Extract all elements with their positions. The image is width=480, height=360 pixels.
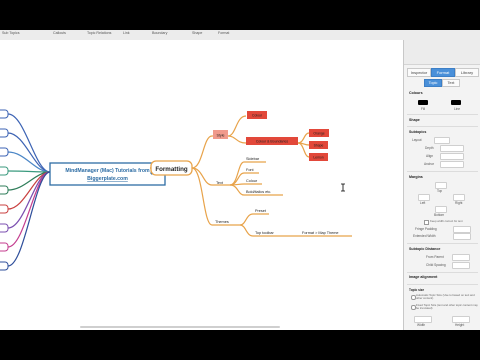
height-field[interactable] — [452, 316, 470, 323]
svg-text:Shape: Shape — [314, 144, 324, 148]
topic-themes[interactable]: Themes — [215, 220, 229, 224]
toolbar-boundary[interactable]: Boundary — [152, 31, 167, 35]
fringe-padding-label: Fringe Padding — [415, 227, 437, 231]
toolbar-link[interactable]: Link — [123, 31, 130, 35]
layout-label: Layout — [412, 138, 422, 142]
video-frame: Sub Topics Callouts Topic Relations Link… — [0, 0, 480, 360]
divider — [407, 114, 478, 115]
toolbar-subtopics[interactable]: Sub Topics — [2, 31, 20, 35]
topic-preset[interactable]: Preset — [255, 209, 267, 213]
from-parent-label: From Parent — [426, 255, 444, 259]
depth-stepper[interactable] — [440, 145, 464, 152]
mindmanager-window: Sub Topics Callouts Topic Relations Link… — [0, 30, 480, 330]
toolbar-format[interactable]: Format — [218, 31, 229, 35]
svg-text:Colour & Boundaries: Colour & Boundaries — [256, 140, 289, 144]
fixed-size-label: Fixed Topic Size (text and other topic c… — [416, 303, 478, 311]
svg-text:Colour: Colour — [252, 114, 263, 118]
topic-style[interactable]: Style — [213, 130, 228, 139]
margin-right-field[interactable] — [453, 194, 465, 201]
topic-orange[interactable]: Orange — [309, 129, 329, 137]
svg-text:Orange: Orange — [313, 132, 324, 136]
horizontal-scrollbar[interactable] — [80, 326, 280, 328]
central-topic[interactable]: MindManager (Mac) Tutorials from Biggerp… — [49, 162, 166, 186]
topic-font[interactable]: Font — [246, 168, 255, 172]
fill-label: Fill — [421, 107, 426, 111]
format-panel: Inspector Format Library Topic Text Colo… — [403, 40, 480, 330]
central-topic-line1: MindManager (Mac) Tutorials from — [65, 168, 150, 174]
keep-width-label: Keep width correct for text — [430, 219, 463, 223]
child-spacing-field[interactable] — [452, 262, 470, 269]
main-topic-formatting[interactable]: Formatting — [150, 160, 193, 176]
map-canvas[interactable]: MindManager (Mac) Tutorials from Biggerp… — [0, 40, 403, 330]
toolbar-shape[interactable]: Shape — [192, 31, 202, 35]
divider — [407, 272, 478, 273]
panel-header — [404, 40, 480, 65]
margin-top-label: Top — [437, 189, 443, 193]
extended-width-field[interactable] — [453, 233, 471, 240]
from-parent-field[interactable] — [452, 254, 470, 261]
fill-color-swatch[interactable] — [418, 100, 428, 105]
line-label: Line — [454, 107, 461, 111]
align-label: Align — [426, 154, 434, 158]
section-colours: Colours — [409, 91, 423, 95]
align-select[interactable] — [440, 153, 464, 160]
margin-bottom-label: Bottom — [434, 213, 445, 217]
svg-text:Style: Style — [217, 134, 225, 138]
fringe-padding-field[interactable] — [453, 226, 471, 233]
keep-width-checkbox[interactable] — [424, 220, 429, 225]
topic-sidebar[interactable]: Sidebar — [246, 157, 260, 161]
tab-format[interactable]: Format — [431, 68, 455, 77]
divider — [407, 284, 478, 285]
height-label: Height — [455, 323, 465, 327]
divider — [407, 171, 478, 172]
margin-top-field[interactable] — [435, 182, 447, 189]
child-spacing-label: Child Spacing — [426, 263, 446, 267]
layout-select[interactable] — [434, 137, 450, 144]
left-collapsed-topics[interactable] — [0, 109, 9, 271]
topic-lemon[interactable]: Lemon — [309, 153, 328, 161]
tab-library[interactable]: Library — [455, 68, 479, 77]
left-branches — [7, 113, 51, 267]
central-topic-line2: Biggerplate.com — [87, 176, 128, 182]
anchor-label: Anchor — [424, 162, 435, 166]
toolbar-relations[interactable]: Topic Relations — [87, 31, 111, 35]
svg-text:Lemon: Lemon — [313, 156, 323, 160]
depth-label: Depth — [425, 146, 434, 150]
topic-shape[interactable]: Shape — [309, 141, 328, 149]
extended-width-label: Extended Width — [413, 234, 436, 238]
mind-map[interactable]: MindManager (Mac) Tutorials from Biggerp… — [0, 40, 403, 330]
divider — [407, 243, 478, 244]
line-color-swatch[interactable] — [451, 100, 461, 105]
divider — [407, 126, 478, 127]
section-topic-size: Topic size — [409, 288, 425, 292]
tab-inspector[interactable]: Inspector — [407, 68, 431, 77]
mouse-cursor-icon — [341, 183, 345, 192]
subtab-text[interactable]: Text — [442, 79, 460, 87]
anchor-select[interactable] — [440, 161, 464, 168]
toolbar-callouts[interactable]: Callouts — [53, 31, 66, 35]
width-field[interactable] — [414, 316, 432, 323]
subtab-topic[interactable]: Topic — [424, 79, 442, 87]
topic-format-map-theme[interactable]: Format > Map Theme — [302, 231, 339, 235]
margin-left-label: Left — [420, 201, 426, 205]
section-image-alignment: Image alignment — [409, 275, 438, 279]
topic-top-toolbar[interactable]: Top toolbar — [255, 231, 275, 235]
topic-colour-style[interactable]: Colour — [247, 111, 267, 119]
margin-left-field[interactable] — [418, 194, 430, 201]
topic-bold-italics[interactable]: Bold/italics etc. — [246, 190, 271, 194]
topic-colour[interactable]: Colour — [246, 179, 258, 183]
topic-text[interactable]: Text — [216, 181, 224, 185]
section-subtopics: Subtopics — [409, 130, 427, 134]
section-subtopic-distance: Subtopic Distance — [409, 247, 441, 251]
section-shape: Shape — [409, 118, 420, 122]
margin-bottom-field[interactable] — [435, 206, 447, 213]
main-topic-label: Formatting — [155, 166, 188, 173]
auto-size-label: Automatic Topic Size (Use to based on te… — [416, 293, 475, 301]
width-label: Width — [417, 323, 426, 327]
section-margins: Margins — [409, 175, 423, 179]
margin-right-label: Right — [455, 201, 463, 205]
topic-colour-boundaries[interactable]: Colour & Boundaries — [246, 137, 298, 145]
